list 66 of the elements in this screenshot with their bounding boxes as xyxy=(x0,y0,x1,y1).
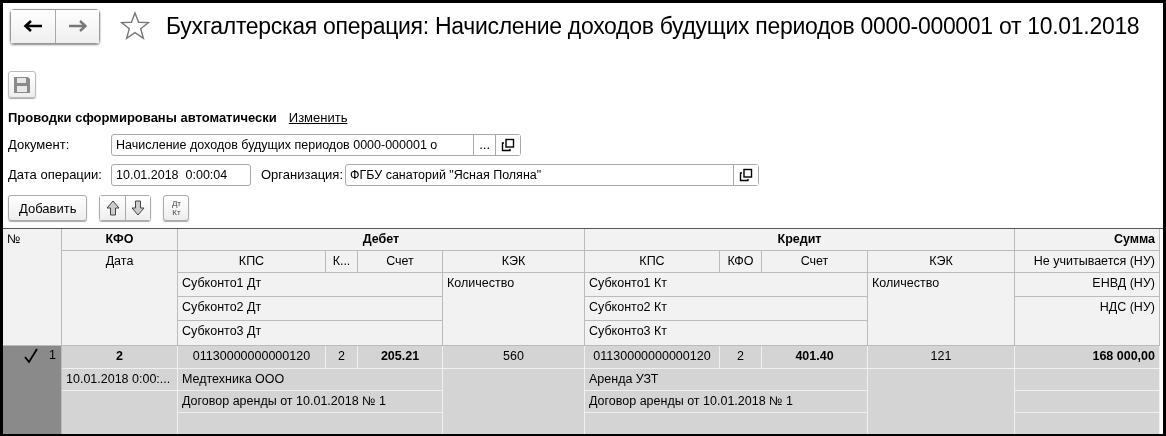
table-cell: 10.01.2018 0:00:... xyxy=(62,369,178,391)
change-link[interactable]: Изменить xyxy=(288,109,348,125)
row-marker-cell[interactable]: 1 xyxy=(3,346,62,434)
star-icon[interactable] xyxy=(120,11,150,41)
column-header: Сумма xyxy=(1015,229,1160,251)
column-header: Дебет xyxy=(178,229,585,251)
column-header: НДС (НУ) xyxy=(1015,297,1160,346)
forward-arrow-icon xyxy=(67,19,88,33)
field-label: Организация: xyxy=(261,167,344,182)
table-cell: 2 xyxy=(62,346,178,369)
column-header: ЕНВД (НУ) xyxy=(1015,273,1160,297)
row-number: 1 xyxy=(49,348,56,363)
table-cell: 2 xyxy=(720,346,762,369)
back-button[interactable] xyxy=(11,9,55,43)
move-up-button[interactable] xyxy=(100,196,126,220)
back-arrow-icon xyxy=(23,19,43,33)
column-header: КПС xyxy=(178,251,326,273)
input-field[interactable]: Начисление доходов будущих периодов 0000-000001 о ... xyxy=(111,133,521,156)
column-header: Счет xyxy=(762,251,868,273)
table-cell: 121 xyxy=(868,346,1015,369)
column-header: КПС xyxy=(585,251,720,273)
column-header: Не учитывается (НУ) xyxy=(1015,251,1160,273)
window-title: Бухгалтерская операция: Начисление доходов будущих периодов 0000-000001 от 10.01.2018 xyxy=(166,12,1140,40)
column-header: КФО xyxy=(62,229,178,251)
table-cell: 205.21 xyxy=(358,346,443,369)
forward-button[interactable] xyxy=(55,9,99,43)
field-label: Документ: xyxy=(8,137,71,152)
table-cell: 01130000000000120 xyxy=(178,346,326,369)
table-cell: Договор аренды от 10.01.2018 № 1 xyxy=(178,391,443,413)
column-header: КЭК xyxy=(443,251,585,273)
table-cell: 168 000,00 xyxy=(1015,346,1160,369)
column-header: К... xyxy=(326,251,358,273)
table-cell: Договор аренды от 10.01.2018 № 1 xyxy=(585,391,868,413)
field-value[interactable]: Начисление доходов будущих периодов 0000-000001 о xyxy=(112,134,474,155)
column-header: Количество xyxy=(443,273,585,346)
field-label: Дата операции: xyxy=(8,167,103,182)
open-window-icon xyxy=(739,167,754,182)
column-header: Счет xyxy=(358,251,443,273)
column-header: Субконто3 Кт xyxy=(585,321,868,346)
column-header: Субконто2 Дт xyxy=(178,297,443,321)
column-header: Субконто3 Дт xyxy=(178,321,443,346)
open-window-icon xyxy=(501,137,515,152)
column-header: КЭК xyxy=(868,251,1015,273)
column-header: № xyxy=(3,229,62,346)
open-button[interactable] xyxy=(495,134,520,155)
column-header: КФО xyxy=(720,251,762,273)
status-text: Проводки сформированы автоматически xyxy=(8,109,277,125)
column-header: Дата xyxy=(62,251,178,346)
table-cell: Медтехника ООО xyxy=(178,369,443,391)
up-arrow-icon xyxy=(105,200,120,216)
down-arrow-icon xyxy=(131,200,146,216)
move-down-button[interactable] xyxy=(125,196,151,220)
add-button[interactable]: Добавить xyxy=(8,195,88,221)
table-cell: 401.40 xyxy=(762,346,868,369)
table-cell: 2 xyxy=(326,346,358,369)
input-field[interactable]: 10.01.2018 0:00:04 xyxy=(111,163,251,186)
column-header: Количество xyxy=(868,273,1015,346)
table-cell: Аренда УЗТ xyxy=(585,369,868,391)
column-header: Субконто2 Кт xyxy=(585,297,868,321)
column-header: Кредит xyxy=(585,229,1015,251)
open-button[interactable] xyxy=(733,164,759,185)
table-cell: 560 xyxy=(443,346,585,369)
column-header: Субконто1 Кт xyxy=(585,273,868,297)
table-cell: 01130000000000120 xyxy=(585,346,720,369)
column-header: Субконто1 Дт xyxy=(178,273,443,297)
swap-debit-credit-button[interactable]: Дт Кт xyxy=(163,195,190,221)
